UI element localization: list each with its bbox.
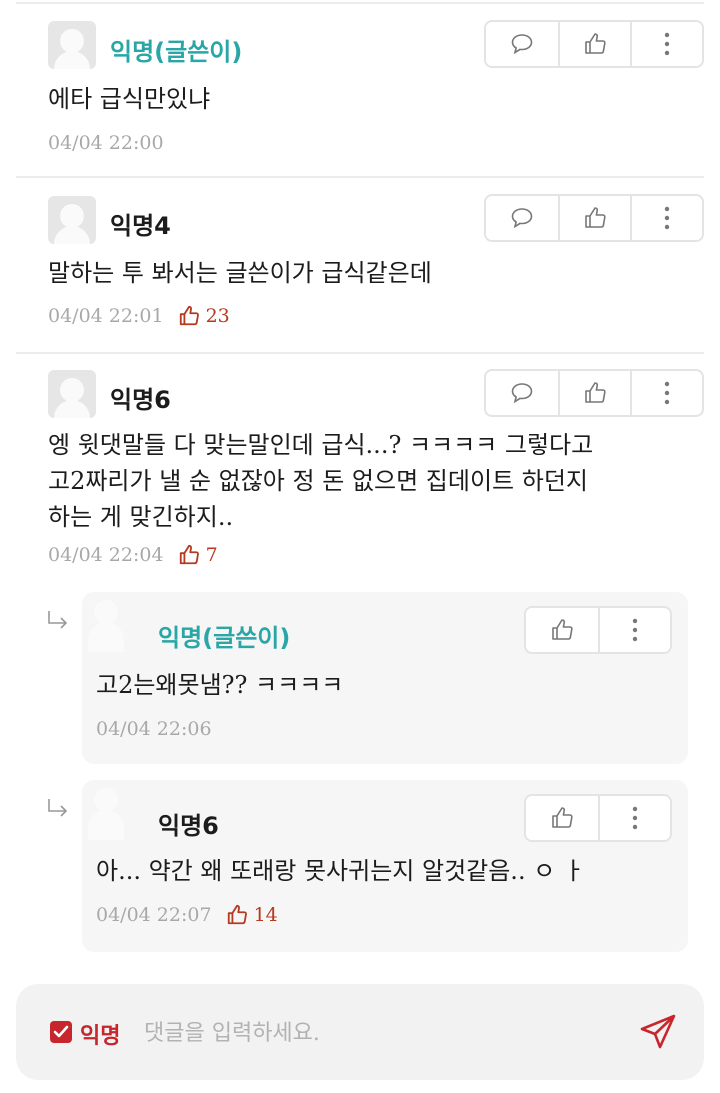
anonymous-label[interactable]: 익명 [80,1018,120,1050]
like-count: 14 [226,904,278,926]
like-button[interactable] [526,796,598,840]
thumbs-up-icon [179,544,199,565]
reply: 익명(글쓴이) 고2는왜못냄?? ㅋㅋㅋㅋ 04/04 22:06 [82,592,688,764]
comment-text-line: 엥 윗댓말들 다 맞는말인데 급식...? ㅋㅋㅋㅋ 그렇다고 [48,431,594,459]
comment-meta: 04/04 22:00 [48,132,164,154]
comment-time: 04/04 22:01 [48,305,164,327]
more-button[interactable] [598,608,670,652]
paper-plane-icon [640,1014,676,1049]
send-button[interactable] [634,1008,682,1056]
reply-text: 고2는왜못냄?? ㅋㅋㅋㅋ [96,671,344,699]
reply-author: 익명6 [158,812,219,840]
comment-text: 에타 급식만있냐 [48,85,211,113]
like-count-value: 14 [253,904,278,926]
vertical-dots-icon [664,32,670,56]
thumbs-up-icon [227,904,247,925]
like-count-value: 23 [205,305,230,327]
comment-time: 04/04 22:04 [48,544,164,566]
comment-author: 익명(글쓴이) [110,38,243,66]
reply-arrow-icon [48,611,68,629]
reply-meta: 04/04 22:07 14 [96,904,278,926]
more-button[interactable] [630,196,702,240]
comment-meta: 04/04 22:04 7 [48,544,218,566]
speech-bubble-icon [511,208,533,229]
comment-composer: 익명 [16,984,704,1080]
avatar [48,21,96,69]
comment-text-line: 하는 게 맞긴하지.. [48,503,234,531]
comment-actions [484,369,704,417]
comment: 익명4 말하는 투 봐서는 글쓴이가 급식같은데 04/04 22:01 23 [16,180,704,354]
like-button[interactable] [558,196,630,240]
more-button[interactable] [598,796,670,840]
anonymous-checkbox[interactable] [50,1021,72,1043]
thumbs-up-icon [552,619,573,640]
avatar [48,196,96,244]
vertical-dots-icon [664,381,670,405]
comment-author: 익명6 [110,386,171,414]
vertical-dots-icon [632,618,638,642]
reply-time: 04/04 22:07 [96,904,212,926]
thumbs-up-icon [585,382,606,403]
comment-actions [484,20,704,68]
reply-text: 아... 약간 왜 또래랑 못사귀는지 알것같음.. ㅇ ㅏ [96,857,585,885]
reply-time: 04/04 22:06 [96,718,212,740]
vertical-dots-icon [632,806,638,830]
reply-author: 익명(글쓴이) [158,624,291,652]
like-button[interactable] [558,22,630,66]
comment: 익명6 엥 윗댓말들 다 맞는말인데 급식...? ㅋㅋㅋㅋ 그렇다고 고2짜리… [16,356,704,586]
comment-text: 말하는 투 봐서는 글쓴이가 급식같은데 [48,259,432,287]
reply-button[interactable] [486,22,558,66]
reply-actions [524,794,672,842]
like-button[interactable] [558,371,630,415]
like-count: 23 [178,305,230,327]
vertical-dots-icon [664,206,670,230]
like-button[interactable] [526,608,598,652]
reply-arrow-icon [48,799,68,817]
comment-meta: 04/04 22:01 23 [48,305,230,327]
comment-actions [484,194,704,242]
reply-actions [524,606,672,654]
checkmark-icon [53,1025,69,1038]
reply-meta: 04/04 22:06 [96,718,212,740]
more-button[interactable] [630,371,702,415]
like-count: 7 [178,544,218,566]
comment-time: 04/04 22:00 [48,132,164,154]
thumbs-up-icon [585,207,606,228]
reply: 익명6 아... 약간 왜 또래랑 못사귀는지 알것같음.. ㅇ ㅏ 04/04… [82,780,688,952]
speech-bubble-icon [511,383,533,404]
more-button[interactable] [630,22,702,66]
comment-text-line: 고2짜리가 낼 순 없잖아 정 돈 없으면 집데이트 하던지 [48,467,588,495]
comment-input[interactable] [144,1012,614,1054]
avatar [48,370,96,418]
comment: 익명(글쓴이) 에타 급식만있냐 04/04 22:00 [16,4,704,178]
thumbs-up-icon [552,807,573,828]
reply-button[interactable] [486,371,558,415]
speech-bubble-icon [511,34,533,55]
reply-button[interactable] [486,196,558,240]
thumbs-up-icon [585,33,606,54]
thumbs-up-icon [179,305,199,326]
comment-author: 익명4 [110,212,171,240]
like-count-value: 7 [205,544,218,566]
